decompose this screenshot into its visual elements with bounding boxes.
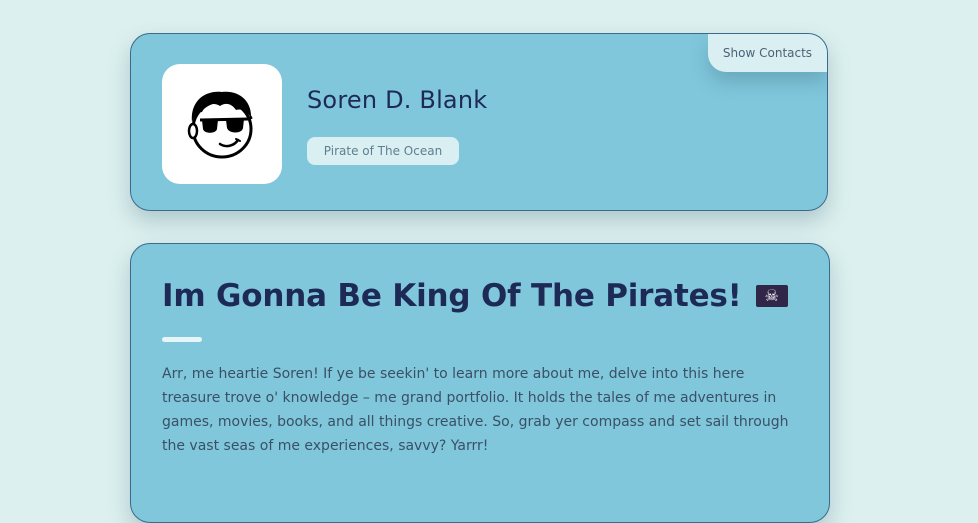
heading-row: Im Gonna Be King Of The Pirates! ☠ <box>162 278 788 314</box>
avatar <box>162 64 282 184</box>
about-card: Im Gonna Be King Of The Pirates! ☠ Arr, … <box>130 243 830 523</box>
cartoon-avatar-sunglasses-icon <box>187 91 253 159</box>
profile-title-badge: Pirate of The Ocean <box>307 137 459 165</box>
pirate-flag-icon: ☠ <box>755 285 788 307</box>
profile-name: Soren D. Blank <box>307 86 488 114</box>
profile-card: Soren D. Blank Pirate of The Ocean Show … <box>130 33 828 211</box>
heading-underline <box>162 337 202 342</box>
about-text: Arr, me heartie Soren! If ye be seekin' … <box>162 366 789 454</box>
show-contacts-button[interactable]: Show Contacts <box>708 34 827 72</box>
about-heading: Im Gonna Be King Of The Pirates! <box>162 278 742 314</box>
